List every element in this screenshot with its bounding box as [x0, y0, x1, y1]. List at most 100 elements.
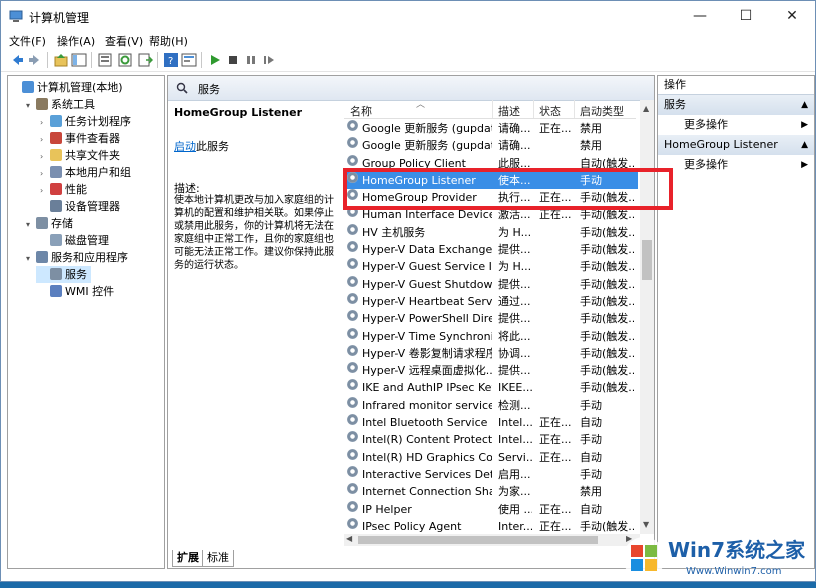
- search-icon: [176, 82, 188, 94]
- submenu-arrow-icon: ▶: [801, 160, 808, 170]
- service-row[interactable]: Interactive Services Dete... 启用... 手动: [344, 465, 638, 483]
- service-row[interactable]: Google 更新服务 (gupdatem) 请确... 禁用: [344, 137, 638, 154]
- tree-item[interactable]: ▾ 存储: [8, 215, 164, 232]
- service-row[interactable]: Hyper-V PowerShell Dire... 提供... 手动(触发...: [344, 310, 638, 327]
- service-gear-icon: [347, 414, 358, 426]
- more-actions-item[interactable]: 更多操作 ▶: [658, 155, 814, 175]
- tree-item-label: 事件查看器: [65, 132, 120, 145]
- expand-icon[interactable]: ▾: [26, 250, 36, 267]
- service-row[interactable]: IKE and AuthIP IPsec Key... IKEE... 手动(触发.…: [344, 379, 638, 396]
- expand-icon[interactable]: ›: [40, 114, 50, 131]
- pause-icon[interactable]: [243, 52, 259, 68]
- column-status[interactable]: 状态: [539, 103, 561, 119]
- tree-item[interactable]: › 性能: [8, 181, 164, 198]
- vertical-scrollbar[interactable]: ▲ ▼: [640, 100, 654, 534]
- start-service-link[interactable]: 启动: [174, 140, 196, 153]
- service-row[interactable]: Hyper-V Time Synchroniz... 将此... 手动(触发...: [344, 327, 638, 345]
- help-icon[interactable]: ?: [163, 52, 179, 68]
- service-row[interactable]: IP Helper 使用 ... 正在... 自动: [344, 500, 638, 518]
- minimize-button[interactable]: —: [677, 1, 723, 31]
- play-icon[interactable]: [207, 52, 223, 68]
- tree-item[interactable]: 磁盘管理: [8, 232, 164, 249]
- service-gear-icon: [347, 431, 358, 443]
- stop-icon[interactable]: [225, 52, 241, 68]
- horizontal-scrollbar[interactable]: ◀ ▶: [344, 534, 640, 546]
- service-startup-type: 禁用: [580, 122, 602, 135]
- menu-action[interactable]: 操作(A): [57, 33, 95, 49]
- tree-item[interactable]: › 共享文件夹: [8, 147, 164, 164]
- tree-item-label: 计算机管理(本地): [37, 81, 123, 94]
- service-description: 为 H...: [498, 260, 532, 274]
- column-startup-type[interactable]: 启动类型: [580, 103, 624, 119]
- scroll-down-icon[interactable]: ▼: [643, 520, 649, 529]
- close-button[interactable]: ✕: [769, 1, 815, 31]
- expand-icon[interactable]: ▾: [26, 216, 36, 233]
- service-row[interactable]: Hyper-V Data Exchange ... 提供... 手动(触发...: [344, 241, 638, 258]
- expand-icon[interactable]: ›: [40, 148, 50, 165]
- service-gear-icon: [347, 292, 358, 304]
- tree-item[interactable]: › 任务计划程序: [8, 113, 164, 130]
- collapse-icon[interactable]: ▲: [801, 135, 808, 155]
- menu-file[interactable]: 文件(F): [9, 33, 46, 49]
- scrollbar-thumb[interactable]: [642, 240, 652, 280]
- more-actions-item[interactable]: 更多操作 ▶: [658, 115, 814, 135]
- service-row[interactable]: Google 更新服务 (gupdate) 请确... 正在... 禁用: [344, 120, 638, 137]
- service-row[interactable]: Hyper-V 远程桌面虚拟化... 提供... 手动(触发...: [344, 362, 638, 379]
- export-icon[interactable]: [97, 52, 113, 68]
- hscrollbar-thumb[interactable]: [358, 536, 598, 544]
- service-name: Google 更新服务 (gupdatem): [362, 139, 492, 153]
- expand-icon[interactable]: ›: [40, 165, 50, 182]
- tree-item[interactable]: ▾ 系统工具: [8, 96, 164, 113]
- tab-standard[interactable]: 标准: [202, 550, 234, 567]
- service-row[interactable]: IPsec Policy Agent Inter... 正在... 手动(触发...: [344, 517, 638, 534]
- up-icon[interactable]: [53, 52, 69, 68]
- properties-icon[interactable]: [181, 52, 197, 68]
- scroll-left-icon[interactable]: ◀: [346, 534, 352, 543]
- column-description[interactable]: 描述: [498, 103, 520, 119]
- tree-item[interactable]: WMI 控件: [8, 283, 164, 300]
- column-separator[interactable]: [533, 100, 534, 118]
- expand-icon[interactable]: ›: [40, 182, 50, 199]
- actions-section-homegroup[interactable]: HomeGroup Listener ▲: [658, 135, 814, 155]
- refresh-icon[interactable]: [117, 52, 133, 68]
- service-row[interactable]: Intel(R) Content Protectio... Intel... 正在.…: [344, 431, 638, 448]
- scroll-up-icon[interactable]: ▲: [643, 104, 649, 113]
- title-bar[interactable]: 计算机管理 — ☐ ✕: [1, 1, 815, 31]
- service-row[interactable]: Hyper-V Guest Service In... 为 H... 手动(触发..…: [344, 258, 638, 275]
- service-row[interactable]: Infrared monitor service 检测... 手动: [344, 396, 638, 414]
- service-row[interactable]: Intel(R) HD Graphics Con... Servi... 正在...…: [344, 448, 638, 466]
- expand-icon[interactable]: ▾: [26, 97, 36, 114]
- back-icon[interactable]: [9, 52, 25, 68]
- service-startup-type: 手动(触发...: [580, 364, 634, 378]
- service-row[interactable]: Hyper-V Heartbeat Service 通过... 手动(触发...: [344, 292, 638, 310]
- service-row[interactable]: Hyper-V Guest Shutdown... 提供... 手动(触发...: [344, 275, 638, 293]
- selected-service-name: HomeGroup Listener: [174, 106, 302, 119]
- tree-item[interactable]: 设备管理器: [8, 198, 164, 215]
- tree-item[interactable]: 计算机管理(本地): [8, 79, 164, 96]
- maximize-button[interactable]: ☐: [723, 1, 769, 31]
- expand-icon[interactable]: ›: [40, 131, 50, 148]
- column-separator[interactable]: [492, 100, 493, 118]
- column-separator[interactable]: [574, 100, 575, 118]
- service-row[interactable]: Intel Bluetooth Service Intel... 正在... 自动: [344, 414, 638, 431]
- service-row[interactable]: Internet Connection Shari... 为家... 禁用: [344, 483, 638, 500]
- menu-help[interactable]: 帮助(H): [149, 33, 188, 49]
- menu-bar: 文件(F) 操作(A) 查看(V) 帮助(H): [1, 31, 815, 49]
- service-row[interactable]: HV 主机服务 为 H... 手动(触发...: [344, 223, 638, 241]
- service-row[interactable]: Hyper-V 卷影复制请求程序 协调... 手动(触发...: [344, 344, 638, 362]
- tab-extended[interactable]: 扩展: [172, 550, 204, 567]
- actions-title: 操作: [658, 76, 814, 95]
- menu-view[interactable]: 查看(V): [105, 33, 143, 49]
- forward-icon[interactable]: [27, 52, 43, 68]
- service-name: Infrared monitor service: [362, 398, 492, 412]
- column-name[interactable]: 名称: [350, 103, 372, 119]
- export-list-icon[interactable]: [137, 52, 153, 68]
- tree-item[interactable]: 服务: [36, 266, 91, 283]
- tree-item[interactable]: ▾ 服务和应用程序: [8, 249, 164, 266]
- actions-section-services[interactable]: 服务 ▲: [658, 95, 814, 115]
- restart-icon[interactable]: [261, 52, 277, 68]
- tree-item[interactable]: › 事件查看器: [8, 130, 164, 147]
- tree-item[interactable]: › 本地用户和组: [8, 164, 164, 181]
- show-tree-icon[interactable]: [71, 52, 87, 68]
- collapse-icon[interactable]: ▲: [801, 95, 808, 115]
